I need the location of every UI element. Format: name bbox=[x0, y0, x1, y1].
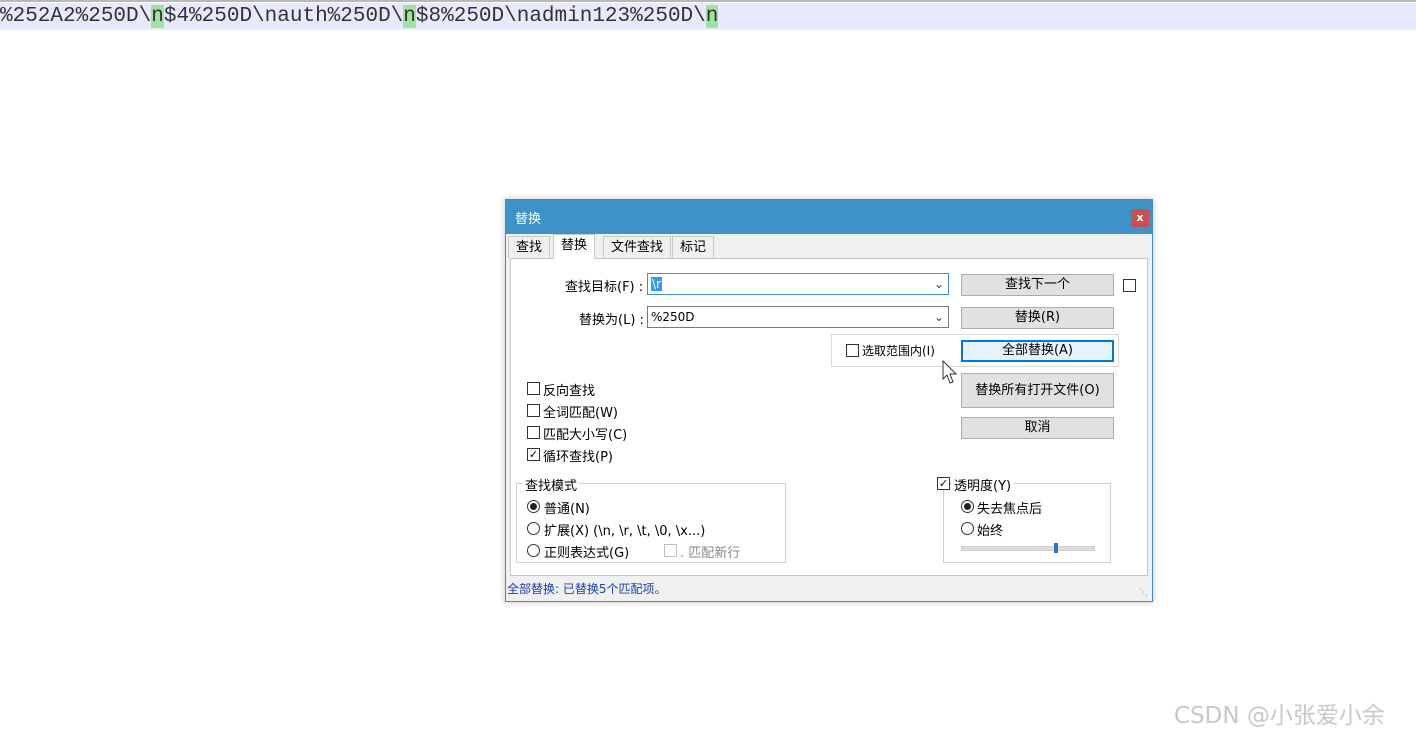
tab-mark[interactable]: 标记 bbox=[672, 236, 715, 258]
transparency-always-label: 始终 bbox=[977, 524, 1004, 539]
watermark-text: CSDN @小张爱小余 bbox=[1174, 703, 1385, 729]
transparency-slider-track[interactable] bbox=[961, 546, 1095, 551]
resize-grip-icon[interactable]: ⋱ bbox=[1139, 588, 1148, 598]
match-case-checkbox[interactable] bbox=[527, 426, 540, 439]
replace-dialog: 替换 x 查找 替换 文件查找 标记 查找目标(F) : \r ⌄ 替换为(L)… bbox=[505, 199, 1153, 602]
replace-all-button[interactable]: 全部替换(A) bbox=[961, 340, 1114, 362]
tab-find[interactable]: 查找 bbox=[508, 236, 551, 258]
transparency-lose-focus-radio[interactable] bbox=[961, 500, 974, 513]
mode-extended-label: 扩展(X) (\n, \r, \t, \0, \x...) bbox=[544, 524, 706, 539]
transparency-checkbox[interactable]: ✓ bbox=[937, 477, 950, 490]
chevron-down-icon[interactable]: ⌄ bbox=[934, 274, 944, 294]
mode-regex-radio[interactable] bbox=[527, 544, 540, 557]
find-next-button[interactable]: 查找下一个 bbox=[961, 274, 1114, 296]
mode-normal-label: 普通(N) bbox=[544, 502, 590, 517]
whole-word-label: 全词匹配(W) bbox=[543, 406, 618, 421]
close-icon[interactable]: x bbox=[1131, 209, 1149, 227]
in-selection-checkbox[interactable] bbox=[846, 344, 859, 357]
mouse-cursor-icon bbox=[942, 360, 958, 384]
transparency-lose-focus-label: 失去焦点后 bbox=[977, 502, 1043, 517]
match-case-label: 匹配大小写(C) bbox=[543, 428, 628, 443]
replace-label: 替换为(L) : bbox=[579, 313, 644, 328]
dialog-title: 替换 bbox=[515, 212, 542, 227]
line-text-segment: %252A2%250D\ bbox=[0, 5, 152, 28]
replace-all-open-files-button[interactable]: 替换所有打开文件(O) bbox=[961, 373, 1114, 408]
wrap-around-label: 循环查找(P) bbox=[543, 450, 613, 465]
backward-search-label: 反向查找 bbox=[543, 384, 596, 399]
highlighted-match: n bbox=[151, 5, 164, 28]
tab-find-in-files[interactable]: 文件查找 bbox=[603, 236, 672, 258]
dialog-titlebar[interactable]: 替换 x bbox=[506, 200, 1152, 234]
whole-word-checkbox[interactable] bbox=[527, 404, 540, 417]
line-text-segment: $8%250D\nadmin123%250D\ bbox=[415, 5, 706, 28]
mode-normal-radio[interactable] bbox=[527, 500, 540, 513]
transparency-always-radio[interactable] bbox=[961, 522, 974, 535]
find-next-extra-checkbox[interactable] bbox=[1123, 279, 1136, 292]
dot-newline-checkbox[interactable] bbox=[664, 544, 677, 557]
editor-current-line[interactable]: %252A2%250D\n$4%250D\nauth%250D\n$8%250D… bbox=[0, 3, 1416, 30]
transparency-slider-thumb[interactable] bbox=[1054, 543, 1059, 553]
highlighted-match: n bbox=[705, 5, 719, 28]
wrap-around-checkbox[interactable]: ✓ bbox=[527, 448, 540, 461]
tab-replace[interactable]: 替换 bbox=[553, 234, 596, 259]
line-text-segment: $4%250D\nauth%250D\ bbox=[163, 5, 404, 28]
backward-search-checkbox[interactable] bbox=[527, 382, 540, 395]
transparency-title: 透明度(Y) bbox=[952, 475, 1014, 494]
editor-top-border bbox=[0, 0, 1416, 2]
in-selection-label: 选取范围内(I) bbox=[862, 344, 935, 358]
dialog-tabs: 查找 替换 文件查找 标记 bbox=[506, 234, 1152, 259]
replace-input-value: %250D bbox=[651, 310, 695, 324]
search-mode-title: 查找模式 bbox=[523, 475, 580, 494]
status-bar-message: 全部替换: 已替换5个匹配项。 bbox=[507, 582, 667, 596]
chevron-down-icon[interactable]: ⌄ bbox=[934, 307, 944, 327]
mode-regex-label: 正则表达式(G) bbox=[544, 546, 630, 561]
replace-input[interactable]: %250D ⌄ bbox=[647, 306, 949, 328]
highlighted-match: n bbox=[403, 5, 416, 28]
replace-button[interactable]: 替换(R) bbox=[961, 307, 1114, 329]
cancel-button[interactable]: 取消 bbox=[961, 417, 1114, 439]
find-input[interactable]: \r ⌄ bbox=[647, 273, 949, 295]
find-label: 查找目标(F) : bbox=[565, 280, 644, 295]
mode-extended-radio[interactable] bbox=[527, 522, 540, 535]
dot-newline-label: . 匹配新行 bbox=[680, 546, 741, 561]
find-input-value: \r bbox=[651, 277, 662, 291]
